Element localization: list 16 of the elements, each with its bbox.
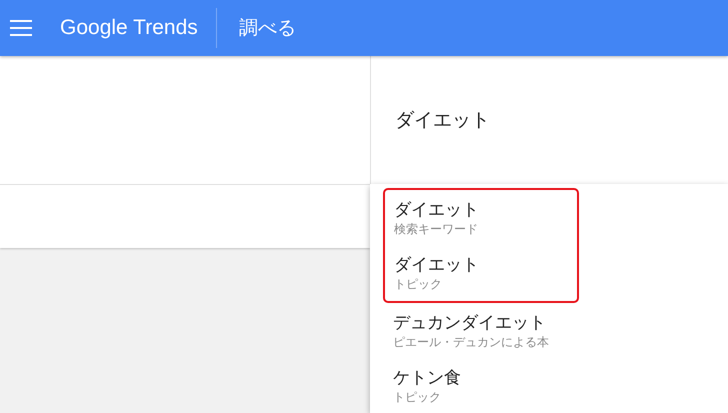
- logo[interactable]: Google Trends: [60, 8, 217, 48]
- menu-icon[interactable]: [10, 20, 32, 36]
- suggestion-title: ケトン食: [393, 366, 462, 388]
- page-title: 調べる: [238, 16, 296, 41]
- suggestion-item[interactable]: ダイエット 検索キーワード: [385, 190, 577, 246]
- suggestion-subtitle: トピック: [393, 388, 442, 404]
- suggestion-item[interactable]: ケトン食 トピック: [383, 358, 728, 413]
- suggestion-subtitle: 検索キーワード: [394, 220, 479, 237]
- suggestion-item[interactable]: デュカンダイエット ピエール・デュカンによる本: [383, 303, 728, 358]
- suggestion-title: ダイエット: [394, 198, 480, 221]
- suggestion-subtitle: トピック: [394, 276, 443, 292]
- suggestion-title: ダイエット: [394, 254, 480, 276]
- suggestion-item[interactable]: ダイエット トピック: [385, 246, 577, 301]
- search-field[interactable]: ダイエット: [370, 56, 728, 184]
- suggestion-subtitle: ピエール・デュカンによる本: [393, 334, 550, 350]
- suggestion-title: デュカンダイエット: [393, 312, 547, 334]
